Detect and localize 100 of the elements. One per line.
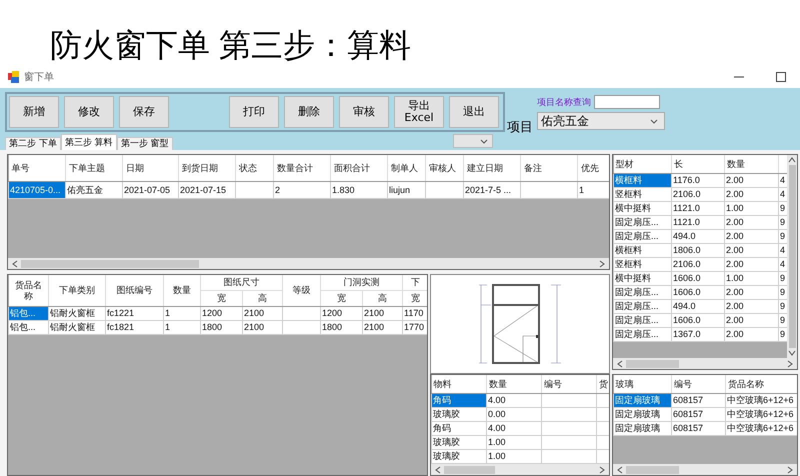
search-label: 项目名称查询 <box>537 96 591 108</box>
scroll-left-icon[interactable] <box>617 466 623 474</box>
toolbar-button[interactable]: 修改 <box>64 96 114 128</box>
column-header[interactable]: 下 <box>402 275 427 290</box>
table-cell[interactable]: 固定扇压... <box>614 314 672 328</box>
table-cell[interactable]: 铝包... <box>8 306 48 320</box>
toolbar-button[interactable]: 审核 <box>339 96 389 128</box>
column-header[interactable]: 备注 <box>520 155 578 182</box>
column-header[interactable]: 高 <box>362 290 402 306</box>
maximize-icon[interactable] <box>776 72 786 82</box>
column-header[interactable]: 宽 <box>402 290 427 306</box>
table-cell[interactable]: 固定扇压... <box>614 230 672 244</box>
column-header[interactable]: 建立日期 <box>464 155 520 182</box>
scroll-down-icon[interactable] <box>788 350 796 356</box>
toolbar-button[interactable]: 退出 <box>449 96 499 128</box>
vertical-scrollbar[interactable] <box>787 155 797 358</box>
column-header[interactable]: 宽 <box>320 290 362 306</box>
tab[interactable]: 第二步 下单 <box>5 137 61 150</box>
table-cell[interactable]: 玻璃胶 <box>432 408 486 422</box>
horizontal-scrollbar[interactable] <box>613 464 797 475</box>
horizontal-scrollbar[interactable] <box>431 464 609 475</box>
table-cell[interactable]: 横中挺料 <box>614 272 672 286</box>
toolbar-button[interactable]: 打印 <box>229 96 279 128</box>
column-header[interactable]: 物料 <box>432 375 486 394</box>
toolbar-button[interactable]: 保存 <box>119 96 169 128</box>
table-cell: 1176.0 <box>672 174 724 188</box>
table-cell[interactable]: 横框料 <box>614 174 672 188</box>
table-cell[interactable]: 固定扇压... <box>614 286 672 300</box>
scroll-right-icon[interactable] <box>787 466 793 474</box>
column-header[interactable]: 到货日期 <box>178 155 236 182</box>
horizontal-scrollbar[interactable] <box>613 358 797 369</box>
tab[interactable]: 第一步 窗型 <box>116 137 173 150</box>
column-header[interactable]: 图纸编号 <box>106 275 164 306</box>
scroll-left-icon[interactable] <box>12 260 18 268</box>
search-field[interactable] <box>594 95 660 109</box>
table-cell: 中空玻璃6+12+6 <box>726 422 797 436</box>
table-cell[interactable]: 固定扇玻璃 <box>614 394 672 408</box>
table-cell: 2.00 <box>724 174 778 188</box>
column-header[interactable]: 货品名称 <box>726 375 797 394</box>
table-cell: 1121.0 <box>672 216 724 230</box>
column-header[interactable]: 优先 <box>578 155 609 182</box>
table-cell[interactable]: 横框料 <box>614 244 672 258</box>
column-header[interactable]: 日期 <box>122 155 178 182</box>
scroll-left-icon[interactable] <box>617 360 623 368</box>
column-header[interactable]: 下单类别 <box>48 275 106 306</box>
table-cell: 1.830 <box>330 182 388 198</box>
table-cell[interactable]: 固定扇压... <box>614 328 672 342</box>
column-header[interactable]: 审核人 <box>426 155 464 182</box>
column-header[interactable]: 数量 <box>486 375 542 394</box>
table-cell[interactable]: 角码 <box>432 394 486 408</box>
column-header[interactable]: 数量 <box>724 155 778 174</box>
data-grid[interactable] <box>612 154 798 370</box>
toolbar-button[interactable]: 删除 <box>284 96 334 128</box>
table-cell[interactable]: 固定扇压... <box>614 300 672 314</box>
column-header[interactable]: 等级 <box>282 275 320 306</box>
scroll-right-icon[interactable] <box>599 260 605 268</box>
data-grid[interactable]: 货品名称 下单类别 图纸编号 数量 图纸尺寸 等级 门洞实测 下 宽 高 宽 高 宽 铝包... 铝耐火窗框 fc1221 1 1200 2100 1200 2100 1170 铝包... 铝耐火窗框 fc1821 1 1800 2100 1800 2100 1770 <box>7 274 428 476</box>
table-cell[interactable]: 玻璃胶 <box>432 436 486 450</box>
column-header[interactable]: 单号 <box>8 155 66 182</box>
column-header[interactable]: 型材 <box>614 155 672 174</box>
column-header[interactable]: 面积合计 <box>330 155 388 182</box>
column-header[interactable]: 状态 <box>236 155 274 182</box>
column-header[interactable]: 长 <box>672 155 724 174</box>
data-grid[interactable]: 玻璃 编号 货品名称 固定扇玻璃 608157 中空玻璃6+12+6 固定扇玻璃 608157 中空玻璃6+12+6 固定扇玻璃 608157 中空玻璃6+12+6 <box>612 374 798 476</box>
column-header[interactable]: 门洞实测 <box>320 275 402 290</box>
data-grid[interactable]: 物料 数量 编号 货 角码 4.00 玻璃胶 0.00 角码 4.00 玻璃胶 1.00 玻璃胶 1.00 <box>430 374 610 476</box>
table-cell[interactable]: 铝包... <box>8 320 48 334</box>
horizontal-scrollbar[interactable] <box>8 258 609 269</box>
scroll-right-icon[interactable] <box>599 466 605 474</box>
table-cell[interactable]: 竖框料 <box>614 188 672 202</box>
column-header[interactable]: 数量合计 <box>274 155 330 182</box>
column-header[interactable]: 宽 <box>200 290 242 306</box>
column-header[interactable]: 编号 <box>672 375 726 394</box>
column-header[interactable]: 玻璃 <box>614 375 672 394</box>
table-cell[interactable]: 固定扇压... <box>614 216 672 230</box>
scroll-right-icon[interactable] <box>787 360 793 368</box>
column-header[interactable]: 货品名称 <box>8 275 48 306</box>
table-cell[interactable]: 竖框料 <box>614 258 672 272</box>
column-header[interactable]: 编号 <box>542 375 596 394</box>
data-grid[interactable]: 单号 下单主题 日期 到货日期 状态 数量合计 面积合计 制单人 审核人 建立日期 备注 优先 4210705-0... 佑亮五金 2021-07-05 2021-07-15 2 1.830 liujun 2021-7-5 ... 1 <box>7 154 610 270</box>
column-header[interactable]: 制单人 <box>388 155 426 182</box>
project-dropdown[interactable]: 佑亮五金 <box>537 112 665 130</box>
column-header[interactable]: 高 <box>242 290 282 306</box>
table-cell[interactable]: 玻璃胶 <box>432 450 486 464</box>
toolbar-button[interactable]: 新增 <box>9 96 59 128</box>
table-cell[interactable]: 横中挺料 <box>614 202 672 216</box>
column-header[interactable]: 图纸尺寸 <box>200 275 282 290</box>
table-cell[interactable]: 4210705-0... <box>8 182 66 198</box>
scroll-left-icon[interactable] <box>435 466 441 474</box>
table-cell[interactable]: 固定扇玻璃 <box>614 422 672 436</box>
scroll-up-icon[interactable] <box>788 157 796 163</box>
tab[interactable]: 第三步 算料 <box>60 134 117 150</box>
toolbar-button[interactable]: 导出 Excel <box>394 96 444 128</box>
column-header[interactable]: 货 <box>596 375 609 394</box>
table-cell[interactable]: 固定扇玻璃 <box>614 408 672 422</box>
table-cell[interactable]: 角码 <box>432 422 486 436</box>
column-header[interactable]: 下单主题 <box>66 155 122 182</box>
column-header[interactable]: 数量 <box>164 275 200 306</box>
table-cell: 2100 <box>362 306 402 320</box>
table-cell: 608157 <box>672 394 726 408</box>
